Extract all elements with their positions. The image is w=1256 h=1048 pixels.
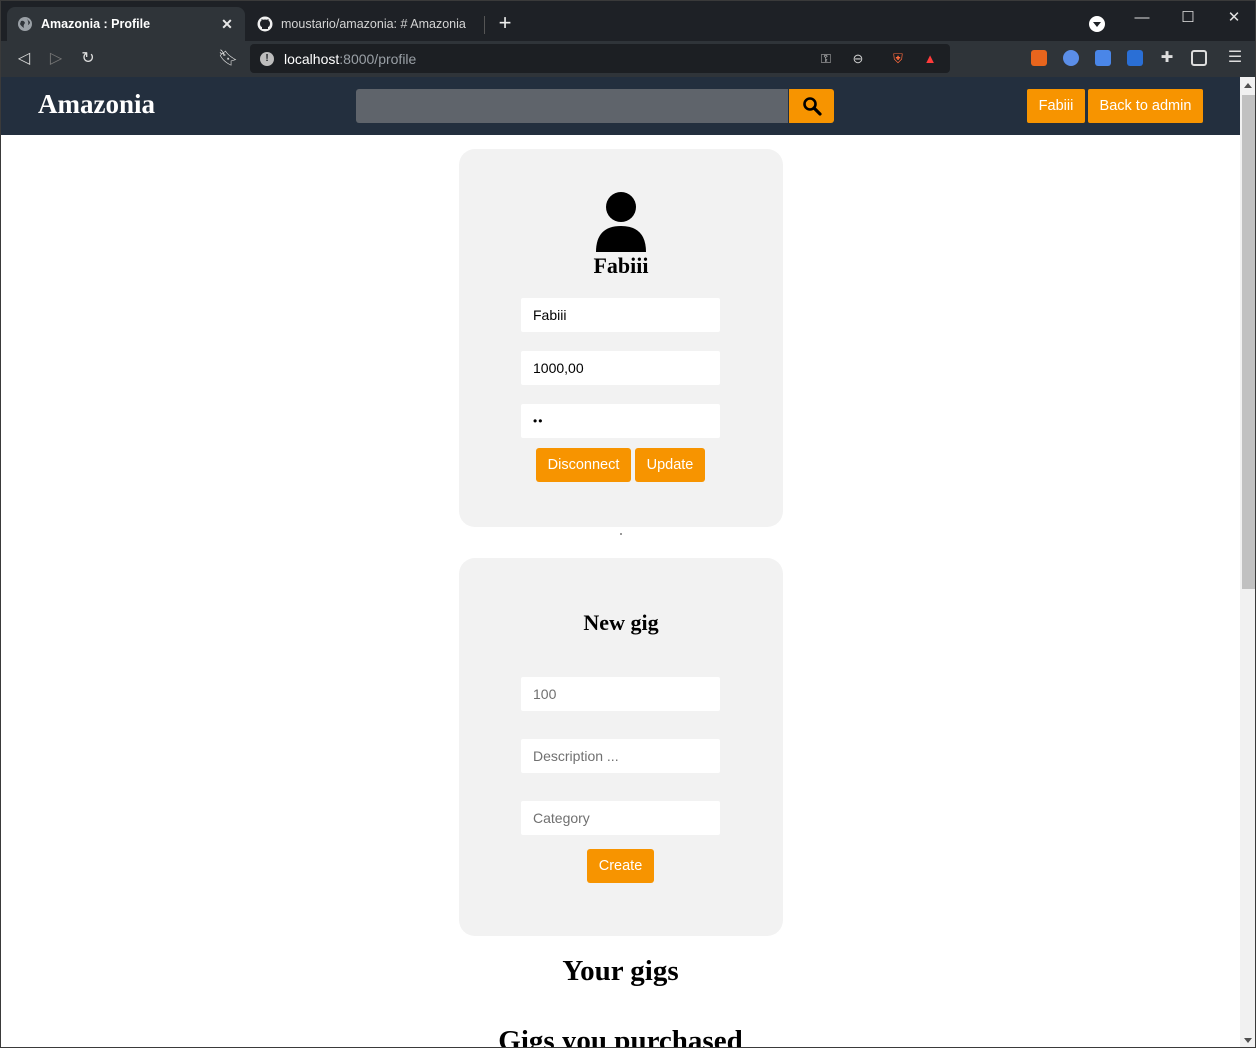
translate-icon[interactable] [1095,50,1111,66]
your-gigs-heading: Your gigs [562,955,679,987]
bookmark-icon[interactable]: 🔖︎ [216,47,240,71]
user-button[interactable]: Fabiii [1027,89,1085,123]
search-button[interactable] [789,89,834,123]
zoom-out-icon[interactable]: ⊖ [850,51,866,67]
tab-title: moustario/amazonia: # Amazonia [281,17,466,31]
scroll-thumb[interactable] [1242,95,1255,589]
url-host: localhost [284,50,340,67]
description-field[interactable] [521,739,720,773]
window-close-icon[interactable]: ✕ [1211,5,1255,31]
brave-shield-icon[interactable]: ⛨ [890,51,906,67]
user-avatar-icon [596,192,646,252]
extension-icon[interactable] [1063,50,1079,66]
tab-search-icon[interactable] [1089,16,1105,32]
close-icon[interactable]: ✕ [219,16,235,32]
address-bar[interactable]: ! localhost:8000/profile ⚿ ⊖ ⛨ ▲ [250,44,950,73]
wallet-icon[interactable] [1191,50,1207,66]
extension-icon[interactable] [1031,50,1047,66]
create-button[interactable]: Create [587,849,654,883]
new-gig-title: New gig [583,610,659,635]
new-tab-plus-icon[interactable]: + [495,12,515,34]
brave-rewards-icon[interactable]: ▲ [922,51,938,67]
tab-strip: Amazonia : Profile ✕ moustario/amazonia:… [1,1,1255,41]
search-input[interactable] [356,89,788,123]
search-icon [802,97,822,116]
page-viewport: Amazonia Fabiii Back to admin Fabiii Dis… [1,77,1240,1048]
divider-dot [620,533,622,535]
new-gig-card: New gig Create [459,558,783,936]
back-to-admin-button[interactable]: Back to admin [1088,89,1203,123]
browser-window: Amazonia : Profile ✕ moustario/amazonia:… [0,0,1256,1048]
site-info-icon[interactable]: ! [260,51,274,66]
profile-username: Fabiii [593,253,649,278]
brand-logo[interactable]: Amazonia [38,89,155,120]
extension-icon[interactable] [1127,50,1143,66]
maximize-icon[interactable]: ☐ [1165,5,1211,31]
key-icon[interactable]: ⚿ [818,51,834,67]
update-button[interactable]: Update [635,448,705,482]
puzzle-icon[interactable]: ✚ [1159,50,1175,66]
minimize-icon[interactable]: — [1119,5,1165,31]
tab-title: Amazonia : Profile [41,17,151,31]
scroll-up-icon[interactable] [1244,83,1252,88]
app-header: Amazonia Fabiii Back to admin [1,77,1240,135]
category-field[interactable] [521,801,720,835]
tab-profile[interactable]: Amazonia : Profile ✕ [7,7,245,41]
menu-icon[interactable]: ☰ [1227,50,1243,66]
balance-field[interactable] [521,351,720,385]
reload-icon[interactable]: ↻ [76,47,100,71]
page-scrollbar[interactable] [1240,77,1255,1047]
globe-icon [18,17,32,31]
price-field[interactable] [521,677,720,711]
purchased-gigs-heading: Gigs you purchased [498,1025,743,1048]
scroll-down-icon[interactable] [1244,1038,1252,1043]
profile-card: Fabiii Disconnect Update [459,149,783,527]
forward-icon[interactable]: ▷ [44,47,68,71]
tab-github[interactable]: moustario/amazonia: # Amazonia [247,7,483,41]
url-path: :8000/profile [339,50,417,67]
github-icon [257,16,273,32]
name-field[interactable] [521,298,720,332]
disconnect-button[interactable]: Disconnect [536,448,631,482]
password-field[interactable] [521,404,720,438]
tab-separator [484,16,485,34]
back-icon[interactable]: ◁ [12,47,36,71]
